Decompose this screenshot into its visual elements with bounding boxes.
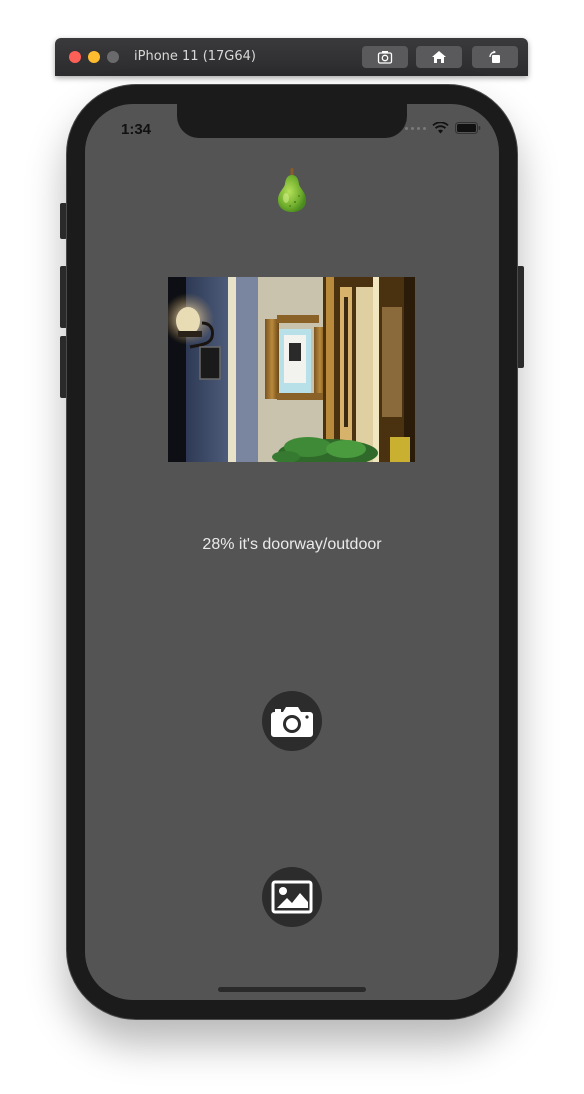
selected-photo	[168, 277, 415, 462]
camera-icon	[271, 707, 313, 737]
photo-library-button[interactable]	[262, 867, 322, 927]
zoom-window-button[interactable]	[107, 51, 119, 63]
wifi-icon	[432, 122, 449, 134]
home-button[interactable]	[416, 46, 462, 68]
signal-dots-icon	[405, 126, 426, 130]
screenshot-icon	[377, 51, 393, 64]
image-icon	[271, 880, 313, 914]
pear-icon	[278, 168, 306, 212]
side-power-button	[517, 266, 524, 368]
screenshot-button[interactable]	[362, 46, 408, 68]
close-window-button[interactable]	[69, 51, 81, 63]
camera-button[interactable]	[262, 691, 322, 751]
status-icons	[405, 122, 481, 134]
minimize-window-button[interactable]	[88, 51, 100, 63]
classification-result: 28% it's doorway/outdoor	[202, 536, 382, 553]
home-indicator[interactable]	[218, 987, 366, 992]
simulator-titlebar: iPhone 11 (17G64)	[55, 38, 528, 76]
notch	[177, 104, 407, 138]
battery-icon	[455, 122, 481, 134]
rotate-icon	[489, 50, 500, 63]
rotate-button[interactable]	[472, 46, 518, 68]
phone-screen: 1:34 28% it's doorway/outdoor	[85, 104, 499, 1000]
status-time: 1:34	[121, 121, 152, 138]
home-icon	[432, 51, 446, 63]
window-title: iPhone 11 (17G64)	[134, 49, 256, 64]
